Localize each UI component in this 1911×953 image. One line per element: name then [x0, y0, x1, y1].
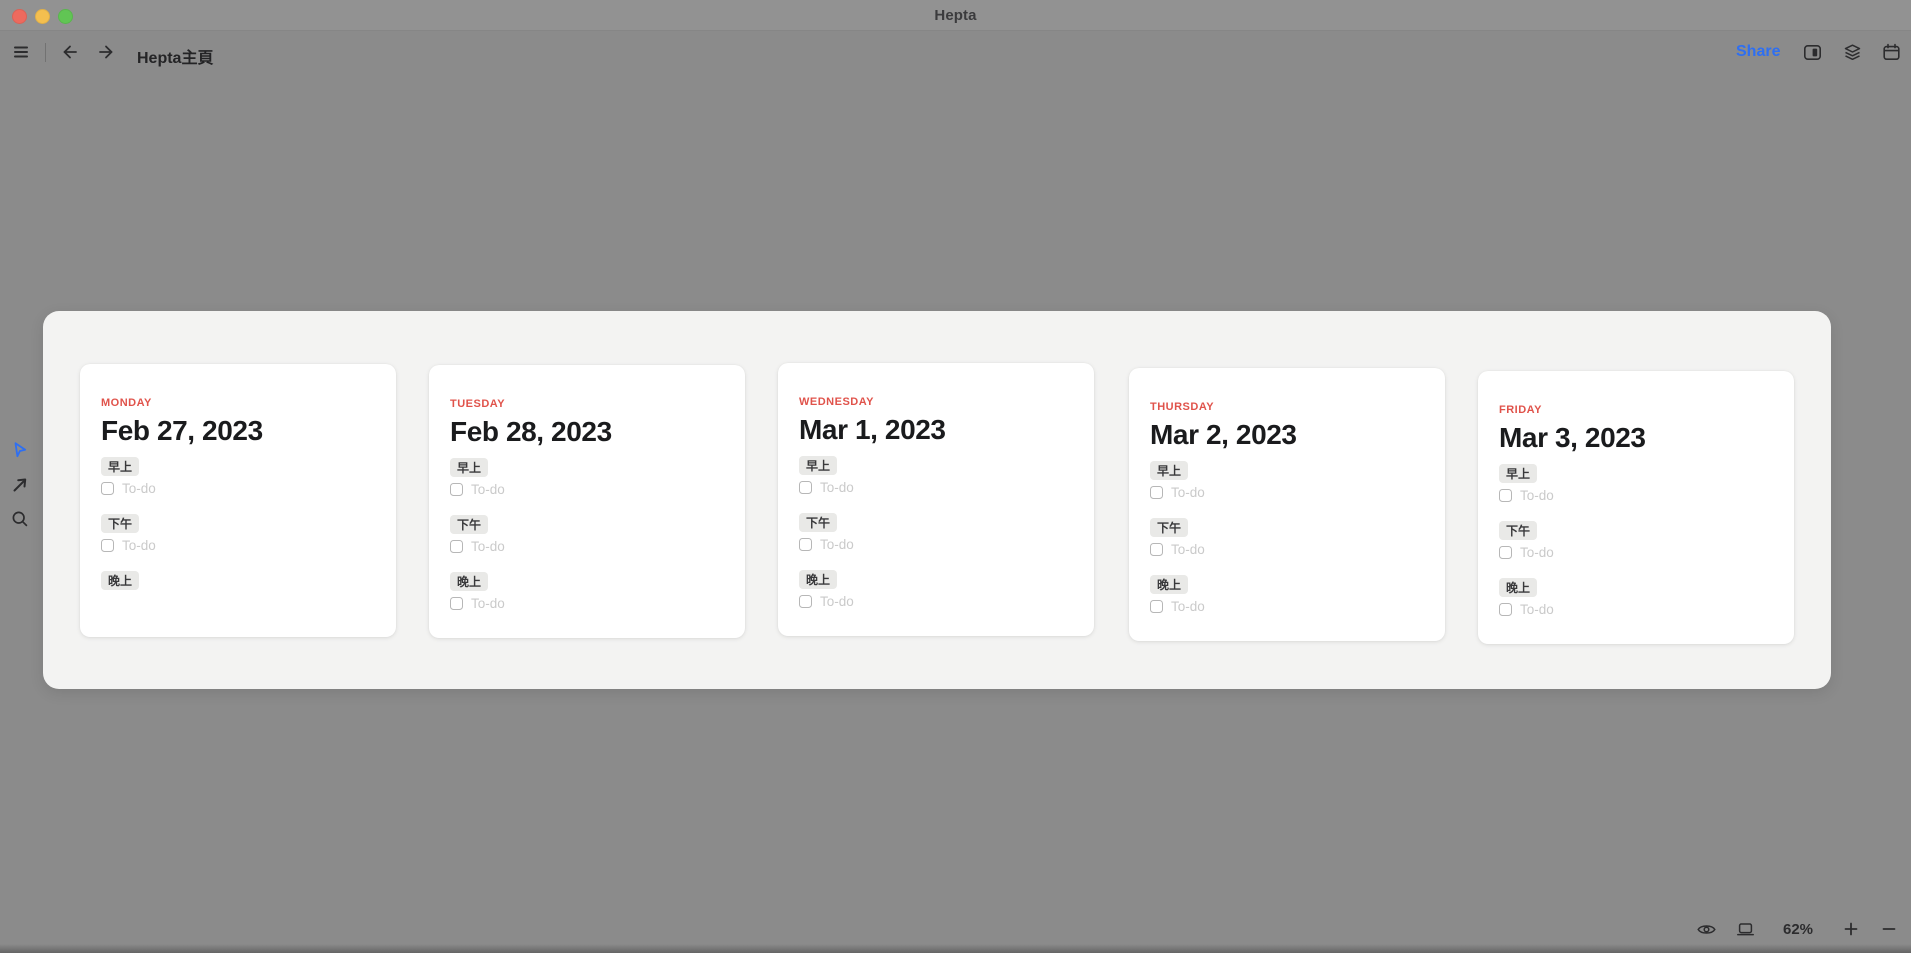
close-button[interactable] — [12, 9, 27, 24]
todo-item[interactable]: To-do — [101, 536, 375, 554]
todo-item[interactable]: To-do — [1499, 600, 1773, 618]
date-heading: Feb 28, 2023 — [450, 417, 724, 447]
weekday-label: THURSDAY — [1150, 401, 1424, 413]
page-title: Hepta主頁 — [137, 44, 213, 68]
section-tag-afternoon: 下午 — [1499, 521, 1537, 540]
day-card-friday: FRIDAY Mar 3, 2023 早上 To-do 下午 To-do 晚上 … — [1478, 371, 1794, 644]
section-tag-evening: 晚上 — [1499, 578, 1537, 597]
todo-checkbox[interactable] — [1499, 603, 1512, 616]
weekday-label: WEDNESDAY — [799, 396, 1073, 408]
device-preview-icon[interactable] — [1734, 918, 1756, 940]
todo-placeholder[interactable]: To-do — [122, 481, 156, 496]
section-tag-afternoon: 下午 — [799, 513, 837, 532]
todo-placeholder[interactable]: To-do — [471, 482, 505, 497]
menu-icon[interactable] — [10, 41, 32, 63]
todo-placeholder[interactable]: To-do — [1171, 542, 1205, 557]
toolbar-divider — [45, 43, 46, 62]
section-tag-evening: 晚上 — [1150, 575, 1188, 594]
todo-item[interactable]: To-do — [799, 592, 1073, 610]
todo-item[interactable]: To-do — [1499, 543, 1773, 561]
todo-item[interactable]: To-do — [1499, 486, 1773, 504]
todo-placeholder[interactable]: To-do — [1520, 488, 1554, 503]
todo-checkbox[interactable] — [799, 595, 812, 608]
arrow-tool-icon[interactable] — [9, 474, 31, 496]
section-tag-afternoon: 下午 — [101, 514, 139, 533]
weekday-label: MONDAY — [101, 397, 375, 409]
todo-checkbox[interactable] — [101, 482, 114, 495]
section-tag-evening: 晚上 — [799, 570, 837, 589]
date-heading: Feb 27, 2023 — [101, 416, 375, 446]
todo-placeholder[interactable]: To-do — [122, 538, 156, 553]
forward-arrow-icon[interactable] — [95, 41, 117, 63]
traffic-lights — [12, 9, 73, 24]
todo-item[interactable]: To-do — [1150, 540, 1424, 558]
calendar-icon[interactable] — [1880, 41, 1902, 63]
date-heading: Mar 2, 2023 — [1150, 420, 1424, 450]
day-card-tuesday: TUESDAY Feb 28, 2023 早上 To-do 下午 To-do 晚… — [429, 365, 745, 638]
section-tag-afternoon: 下午 — [1150, 518, 1188, 537]
todo-placeholder[interactable]: To-do — [820, 594, 854, 609]
share-button[interactable]: Share — [1736, 43, 1780, 61]
section-tag-morning: 早上 — [1150, 461, 1188, 480]
weekday-label: FRIDAY — [1499, 404, 1773, 416]
todo-checkbox[interactable] — [1499, 546, 1512, 559]
todo-checkbox[interactable] — [450, 540, 463, 553]
todo-placeholder[interactable]: To-do — [820, 537, 854, 552]
todo-placeholder[interactable]: To-do — [820, 480, 854, 495]
todo-item[interactable]: To-do — [101, 479, 375, 497]
titlebar: Hepta — [0, 0, 1911, 31]
right-panel-toggle-icon[interactable] — [1801, 41, 1823, 63]
zoom-level-label[interactable]: 62% — [1772, 921, 1824, 938]
back-arrow-icon[interactable] — [59, 41, 81, 63]
minimize-button[interactable] — [35, 9, 50, 24]
todo-item[interactable]: To-do — [450, 594, 724, 612]
section-tag-evening: 晚上 — [101, 571, 139, 590]
section-tag-morning: 早上 — [799, 456, 837, 475]
day-card-wednesday: WEDNESDAY Mar 1, 2023 早上 To-do 下午 To-do … — [778, 363, 1094, 636]
layers-icon[interactable] — [1841, 41, 1863, 63]
todo-item[interactable]: To-do — [799, 535, 1073, 553]
todo-checkbox[interactable] — [1150, 600, 1163, 613]
day-card-monday: MONDAY Feb 27, 2023 早上 To-do 下午 To-do 晚上 — [80, 364, 396, 637]
todo-checkbox[interactable] — [799, 481, 812, 494]
bottom-edge-shadow — [0, 944, 1911, 953]
todo-item[interactable]: To-do — [1150, 483, 1424, 501]
weekday-label: TUESDAY — [450, 398, 724, 410]
todo-item[interactable]: To-do — [1150, 597, 1424, 615]
section-tag-morning: 早上 — [1499, 464, 1537, 483]
zoom-window-button[interactable] — [58, 9, 73, 24]
search-tool-icon[interactable] — [9, 508, 31, 530]
section-tag-morning: 早上 — [450, 458, 488, 477]
date-heading: Mar 1, 2023 — [799, 415, 1073, 445]
todo-checkbox[interactable] — [1499, 489, 1512, 502]
presentation-eye-icon[interactable] — [1695, 918, 1717, 940]
window-title: Hepta — [934, 7, 976, 24]
todo-checkbox[interactable] — [101, 539, 114, 552]
weekly-planner-board: MONDAY Feb 27, 2023 早上 To-do 下午 To-do 晚上… — [43, 311, 1831, 689]
select-tool-icon[interactable] — [9, 439, 31, 461]
todo-placeholder[interactable]: To-do — [1520, 545, 1554, 560]
day-card-thursday: THURSDAY Mar 2, 2023 早上 To-do 下午 To-do 晚… — [1129, 368, 1445, 641]
todo-placeholder[interactable]: To-do — [1520, 602, 1554, 617]
zoom-out-icon[interactable] — [1878, 918, 1900, 940]
date-heading: Mar 3, 2023 — [1499, 423, 1773, 453]
todo-item[interactable]: To-do — [799, 478, 1073, 496]
todo-checkbox[interactable] — [1150, 543, 1163, 556]
todo-placeholder[interactable]: To-do — [471, 539, 505, 554]
todo-placeholder[interactable]: To-do — [1171, 599, 1205, 614]
todo-checkbox[interactable] — [450, 483, 463, 496]
todo-checkbox[interactable] — [1150, 486, 1163, 499]
todo-placeholder[interactable]: To-do — [1171, 485, 1205, 500]
todo-checkbox[interactable] — [450, 597, 463, 610]
section-tag-evening: 晚上 — [450, 572, 488, 591]
app-window: Hepta Hepta主頁 Share MONDAY Feb 27, 2023 … — [0, 0, 1911, 953]
todo-item[interactable]: To-do — [450, 480, 724, 498]
todo-checkbox[interactable] — [799, 538, 812, 551]
todo-placeholder[interactable]: To-do — [471, 596, 505, 611]
section-tag-morning: 早上 — [101, 457, 139, 476]
section-tag-afternoon: 下午 — [450, 515, 488, 534]
todo-item[interactable]: To-do — [450, 537, 724, 555]
zoom-in-icon[interactable] — [1840, 918, 1862, 940]
